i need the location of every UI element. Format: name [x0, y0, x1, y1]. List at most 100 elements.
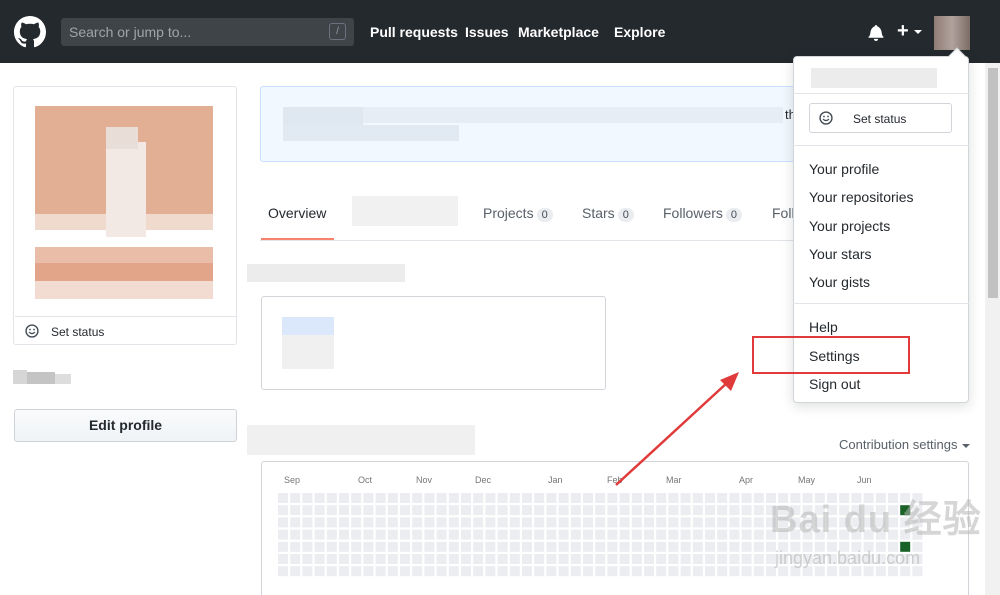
- contribution-day-cell[interactable]: [461, 517, 471, 528]
- contribution-day-cell[interactable]: [631, 566, 642, 577]
- contribution-day-cell[interactable]: [497, 517, 508, 528]
- contribution-day-cell[interactable]: [302, 541, 313, 552]
- contribution-day-cell[interactable]: [595, 505, 606, 516]
- contribution-day-cell[interactable]: [619, 541, 630, 552]
- contribution-day-cell[interactable]: [387, 517, 398, 528]
- tab-projects[interactable]: Projects 0: [483, 205, 553, 222]
- nav-explore[interactable]: Explore: [614, 24, 665, 40]
- contribution-day-cell[interactable]: [570, 493, 581, 503]
- contribution-day-cell[interactable]: [314, 566, 325, 577]
- contribution-day-cell[interactable]: [546, 529, 557, 540]
- contribution-day-cell[interactable]: [509, 529, 520, 540]
- contribution-day-cell[interactable]: [534, 517, 545, 528]
- contribution-day-cell[interactable]: [668, 541, 679, 552]
- contribution-day-cell[interactable]: [753, 566, 764, 577]
- contribution-day-cell[interactable]: [485, 554, 496, 564]
- contribution-day-cell[interactable]: [570, 554, 581, 564]
- contribution-day-cell[interactable]: [607, 493, 618, 503]
- contribution-day-cell[interactable]: [534, 554, 545, 564]
- contribution-day-cell[interactable]: [668, 566, 679, 577]
- contribution-day-cell[interactable]: [314, 493, 325, 503]
- contribution-day-cell[interactable]: [326, 541, 337, 552]
- contribution-day-cell[interactable]: [436, 541, 447, 552]
- contribution-day-cell[interactable]: [302, 493, 313, 503]
- contribution-day-cell[interactable]: [509, 493, 520, 503]
- contribution-day-cell[interactable]: [558, 566, 569, 577]
- contribution-day-cell[interactable]: [546, 505, 557, 516]
- contribution-day-cell[interactable]: [375, 529, 386, 540]
- contribution-day-cell[interactable]: [753, 505, 764, 516]
- contribution-day-cell[interactable]: [461, 566, 471, 577]
- contribution-day-cell[interactable]: [363, 505, 374, 516]
- contribution-day-cell[interactable]: [326, 529, 337, 540]
- contribution-day-cell[interactable]: [302, 554, 313, 564]
- contribution-day-cell[interactable]: [546, 541, 557, 552]
- contribution-day-cell[interactable]: [558, 541, 569, 552]
- contribution-day-cell[interactable]: [363, 529, 374, 540]
- contribution-day-cell[interactable]: [717, 493, 728, 503]
- contribution-day-cell[interactable]: [339, 554, 349, 564]
- contribution-day-cell[interactable]: [741, 554, 752, 564]
- contribution-day-cell[interactable]: [473, 541, 484, 552]
- contribution-day-cell[interactable]: [680, 493, 691, 503]
- contribution-day-cell[interactable]: [290, 529, 301, 540]
- contribution-day-cell[interactable]: [729, 517, 740, 528]
- contribution-day-cell[interactable]: [644, 529, 654, 540]
- contribution-day-cell[interactable]: [461, 529, 471, 540]
- contribution-day-cell[interactable]: [558, 493, 569, 503]
- contribution-day-cell[interactable]: [363, 493, 374, 503]
- contribution-day-cell[interactable]: [278, 566, 288, 577]
- contribution-day-cell[interactable]: [461, 505, 471, 516]
- contribution-day-cell[interactable]: [485, 529, 496, 540]
- contribution-day-cell[interactable]: [570, 541, 581, 552]
- contribution-day-cell[interactable]: [644, 517, 654, 528]
- contribution-day-cell[interactable]: [558, 554, 569, 564]
- contribution-day-cell[interactable]: [497, 505, 508, 516]
- contribution-day-cell[interactable]: [363, 566, 374, 577]
- contribution-day-cell[interactable]: [351, 566, 362, 577]
- contribution-day-cell[interactable]: [583, 529, 593, 540]
- contribution-day-cell[interactable]: [448, 541, 459, 552]
- contribution-day-cell[interactable]: [546, 517, 557, 528]
- contribution-day-cell[interactable]: [314, 541, 325, 552]
- contribution-day-cell[interactable]: [680, 529, 691, 540]
- contribution-day-cell[interactable]: [400, 529, 410, 540]
- contribution-day-cell[interactable]: [741, 566, 752, 577]
- menu-your-stars[interactable]: Your stars: [809, 246, 872, 262]
- contribution-day-cell[interactable]: [290, 541, 301, 552]
- contribution-day-cell[interactable]: [509, 566, 520, 577]
- contribution-day-cell[interactable]: [461, 493, 471, 503]
- contribution-day-cell[interactable]: [631, 554, 642, 564]
- contribution-day-cell[interactable]: [497, 566, 508, 577]
- contribution-day-cell[interactable]: [644, 505, 654, 516]
- contribution-day-cell[interactable]: [741, 505, 752, 516]
- menu-sign-out[interactable]: Sign out: [809, 376, 860, 392]
- tab-stars[interactable]: Stars 0: [582, 205, 634, 222]
- contribution-day-cell[interactable]: [705, 529, 715, 540]
- contribution-day-cell[interactable]: [705, 517, 715, 528]
- contribution-day-cell[interactable]: [729, 505, 740, 516]
- contribution-day-cell[interactable]: [522, 505, 532, 516]
- contribution-day-cell[interactable]: [400, 493, 410, 503]
- contribution-day-cell[interactable]: [424, 505, 435, 516]
- menu-your-projects[interactable]: Your projects: [809, 218, 890, 234]
- contribution-day-cell[interactable]: [412, 493, 423, 503]
- contribution-day-cell[interactable]: [351, 529, 362, 540]
- contribution-day-cell[interactable]: [656, 529, 667, 540]
- contribution-day-cell[interactable]: [387, 541, 398, 552]
- contribution-day-cell[interactable]: [363, 554, 374, 564]
- contribution-day-cell[interactable]: [509, 517, 520, 528]
- create-caret-icon[interactable]: [914, 30, 922, 34]
- contribution-day-cell[interactable]: [644, 541, 654, 552]
- contribution-day-cell[interactable]: [656, 541, 667, 552]
- contribution-day-cell[interactable]: [485, 517, 496, 528]
- contribution-day-cell[interactable]: [534, 493, 545, 503]
- contribution-day-cell[interactable]: [583, 566, 593, 577]
- contribution-day-cell[interactable]: [534, 505, 545, 516]
- contribution-day-cell[interactable]: [570, 529, 581, 540]
- contribution-day-cell[interactable]: [375, 493, 386, 503]
- contribution-day-cell[interactable]: [717, 554, 728, 564]
- contribution-day-cell[interactable]: [314, 529, 325, 540]
- contribution-day-cell[interactable]: [534, 566, 545, 577]
- create-new-icon[interactable]: +: [897, 20, 909, 42]
